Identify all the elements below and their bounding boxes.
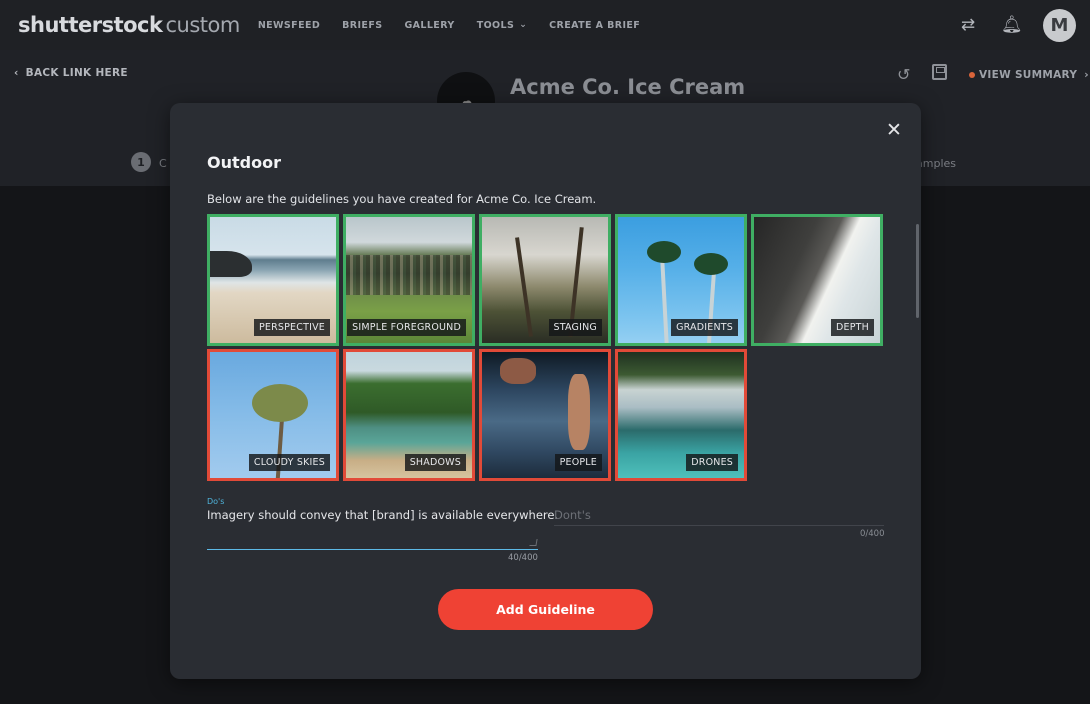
tile-label: PEOPLE xyxy=(554,454,602,471)
logo[interactable]: shutterstock custom xyxy=(18,13,240,37)
donts-field-underline xyxy=(554,525,884,526)
tile-image xyxy=(694,253,728,275)
step-number: 1 xyxy=(131,152,151,172)
tile-gradients[interactable]: GRADIENTS xyxy=(615,214,747,346)
nav-newsfeed[interactable]: NEWSFEED xyxy=(258,20,320,31)
tile-image xyxy=(568,374,590,450)
tile-label: STAGING xyxy=(548,319,602,336)
tile-image xyxy=(500,358,536,384)
dos-field-underline xyxy=(207,549,538,550)
tile-image xyxy=(252,384,308,422)
tile-label: SHADOWS xyxy=(404,454,466,471)
tile-image xyxy=(647,241,681,263)
top-nav: shutterstock custom NEWSFEED BRIEFS GALL… xyxy=(0,0,1090,50)
tile-label: DEPTH xyxy=(831,319,874,336)
tile-image xyxy=(515,237,533,337)
modal-description: Below are the guidelines you have create… xyxy=(207,192,597,206)
brand-title: Acme Co. Ice Cream xyxy=(510,75,746,99)
dos-field-label: Do's xyxy=(207,497,225,506)
tile-image xyxy=(210,251,252,277)
dos-field[interactable]: Imagery should convey that [brand] is av… xyxy=(207,508,558,522)
tile-shadows[interactable]: SHADOWS xyxy=(343,349,475,481)
chevron-down-icon: ⌄ xyxy=(519,20,528,30)
nav-gallery[interactable]: GALLERY xyxy=(404,20,454,31)
save-icon[interactable] xyxy=(932,64,947,80)
chevron-right-icon: › xyxy=(1084,69,1089,81)
view-summary-link[interactable]: VIEW SUMMARY › xyxy=(969,69,1089,81)
step-label: C xyxy=(159,157,167,170)
nav-links: NEWSFEED BRIEFS GALLERY TOOLS ⌄ CREATE A… xyxy=(258,0,662,50)
back-link-label: BACK LINK HERE xyxy=(25,67,128,79)
modal-title: Outdoor xyxy=(207,153,281,172)
donts-char-count: 0/400 xyxy=(860,529,885,539)
tile-label: GRADIENTS xyxy=(671,319,738,336)
tile-people[interactable]: PEOPLE xyxy=(479,349,611,481)
swap-icon[interactable]: ⇄ xyxy=(959,15,977,35)
tile-staging[interactable]: STAGING xyxy=(479,214,611,346)
tile-label: DRONES xyxy=(686,454,738,471)
nav-tools[interactable]: TOOLS ⌄ xyxy=(477,20,527,31)
donts-field[interactable]: Dont's xyxy=(554,508,591,522)
close-icon[interactable]: ✕ xyxy=(886,121,902,140)
tile-simple-foreground[interactable]: SIMPLE FOREGROUND xyxy=(343,214,475,346)
tile-depth[interactable]: DEPTH xyxy=(751,214,883,346)
avatar[interactable]: M xyxy=(1043,8,1076,42)
tile-drones[interactable]: DRONES xyxy=(615,349,747,481)
status-dot xyxy=(969,72,975,78)
step-right-label: amples xyxy=(916,157,956,170)
undo-icon[interactable]: ↺ xyxy=(897,65,910,84)
logo-custom: custom xyxy=(165,13,240,37)
guideline-modal: ✕ Outdoor Below are the guidelines you h… xyxy=(170,103,921,679)
view-summary-label: VIEW SUMMARY xyxy=(979,69,1078,81)
tile-image xyxy=(346,255,472,295)
tile-label: CLOUDY SKIES xyxy=(248,454,330,471)
nav-tools-label: TOOLS xyxy=(476,19,515,31)
dos-char-count: 40/400 xyxy=(508,553,538,563)
tile-cloudy-skies[interactable]: CLOUDY SKIES xyxy=(207,349,339,481)
back-link[interactable]: ‹ BACK LINK HERE xyxy=(14,67,128,79)
bell-icon[interactable]: 🔔︎ xyxy=(1001,15,1023,35)
nav-right: ⇄ 🔔︎ M xyxy=(959,0,1076,50)
logo-brand: shutterstock xyxy=(18,13,163,37)
tile-label: PERSPECTIVE xyxy=(253,319,330,336)
nav-briefs[interactable]: BRIEFS xyxy=(342,20,382,31)
scrollbar[interactable] xyxy=(916,224,919,318)
chevron-left-icon: ‹ xyxy=(14,67,19,79)
tile-label: SIMPLE FOREGROUND xyxy=(347,319,466,336)
tile-perspective[interactable]: PERSPECTIVE xyxy=(207,214,339,346)
nav-create-brief[interactable]: CREATE A BRIEF xyxy=(549,20,640,31)
add-guideline-button[interactable]: Add Guideline xyxy=(438,589,653,630)
resize-handle-icon[interactable] xyxy=(529,539,538,546)
